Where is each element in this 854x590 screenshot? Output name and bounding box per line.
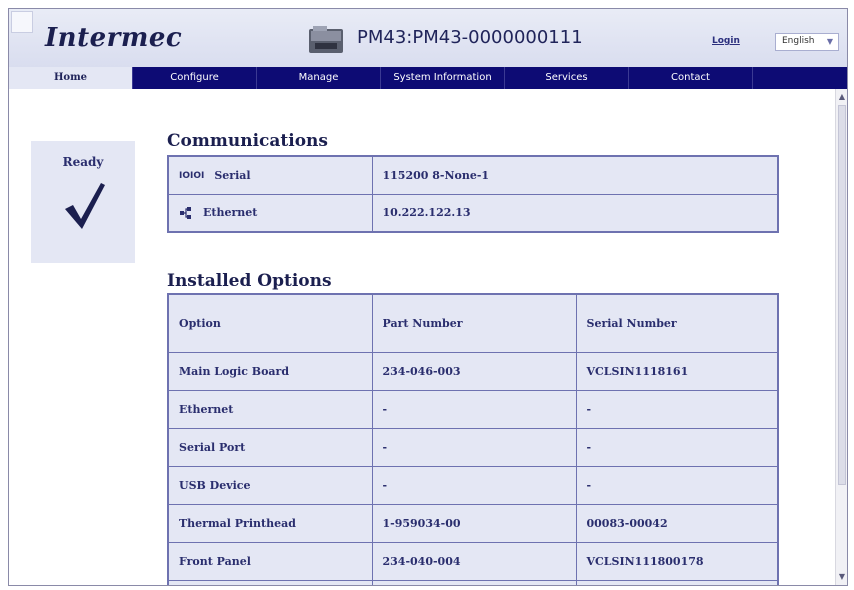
status-label: Ready — [62, 155, 104, 169]
language-select[interactable]: English ▼ — [775, 33, 839, 51]
part-number-partial — [371, 579, 577, 585]
serial-number: - — [575, 427, 779, 467]
scroll-up-arrow-icon[interactable]: ▲ — [836, 91, 847, 103]
option-name: Serial Port — [167, 427, 373, 467]
option-name: Main Logic Board — [167, 351, 373, 391]
tab-system-information[interactable]: System Information — [381, 67, 505, 89]
intermec-logo: Intermec — [45, 23, 183, 53]
language-select-value: English — [782, 36, 815, 46]
comm-name-cell: Ethernet — [167, 193, 373, 233]
vertical-scrollbar[interactable]: ▲ ▼ — [835, 89, 847, 585]
serial-number-partial — [575, 579, 779, 585]
option-name: Front Panel — [167, 541, 373, 581]
table-row: Thermal Printhead 1-959034-00 00083-0004… — [167, 503, 779, 543]
login-link[interactable]: Login — [712, 36, 740, 46]
table-row: Main Logic Board 234-046-003 VCLSIN11181… — [167, 351, 779, 391]
part-number: - — [371, 465, 577, 505]
comm-value: 115200 8-None-1 — [371, 155, 779, 195]
table-row: Serial Port - - — [167, 427, 779, 467]
main-content: Ready Communications IOIOI Serial 115200 … — [9, 89, 835, 585]
column-header: Serial Number — [575, 293, 779, 353]
tab-contact[interactable]: Contact — [629, 67, 753, 89]
option-name: Ethernet — [167, 389, 373, 429]
printer-icon — [309, 26, 343, 53]
table-row — [167, 579, 779, 585]
table-row: Ethernet 10.222.122.13 — [167, 193, 779, 233]
scrollbar-thumb[interactable] — [838, 105, 846, 485]
checkmark-icon — [65, 183, 105, 229]
table-row: Ethernet - - — [167, 389, 779, 429]
printer-status-panel: Ready — [31, 141, 135, 263]
tab-manage[interactable]: Manage — [257, 67, 381, 89]
comm-name-cell: IOIOI Serial — [167, 155, 373, 195]
communications-table: IOIOI Serial 115200 8-None-1 Ethernet 10.… — [167, 155, 779, 233]
serial-number: 00083-00042 — [575, 503, 779, 543]
part-number: - — [371, 389, 577, 429]
serial-number: - — [575, 465, 779, 505]
column-header: Part Number — [371, 293, 577, 353]
serial-number: VCLSIN1118161 — [575, 351, 779, 391]
comm-name: Serial — [214, 168, 251, 182]
serial-number: - — [575, 389, 779, 429]
installed-options-table: Option Part Number Serial Number Main Lo… — [167, 293, 779, 585]
part-number: 234-040-004 — [371, 541, 577, 581]
table-header-row: Option Part Number Serial Number — [167, 293, 779, 353]
serial-number: VCLSIN111800178 — [575, 541, 779, 581]
communications-title: Communications — [167, 131, 328, 151]
part-number: 1-959034-00 — [371, 503, 577, 543]
option-name: Thermal Printhead — [167, 503, 373, 543]
window-corner-box — [11, 11, 33, 33]
comm-name: Ethernet — [203, 205, 258, 219]
table-row: IOIOI Serial 115200 8-None-1 — [167, 155, 779, 195]
page-header: Intermec PM43:PM43-0000000111 Login Engl… — [9, 9, 847, 67]
ethernet-icon — [180, 206, 191, 219]
part-number: 234-046-003 — [371, 351, 577, 391]
installed-options-title: Installed Options — [167, 271, 332, 291]
tab-configure[interactable]: Configure — [133, 67, 257, 89]
column-header: Option — [167, 293, 373, 353]
browser-frame: Intermec PM43:PM43-0000000111 Login Engl… — [8, 8, 848, 586]
scroll-down-arrow-icon[interactable]: ▼ — [836, 571, 847, 583]
comm-value: 10.222.122.13 — [371, 193, 779, 233]
option-name-partial — [167, 579, 373, 585]
tab-services[interactable]: Services — [505, 67, 629, 89]
tab-home[interactable]: Home — [9, 67, 133, 89]
part-number: - — [371, 427, 577, 467]
table-row: USB Device - - — [167, 465, 779, 505]
table-row: Front Panel 234-040-004 VCLSIN111800178 — [167, 541, 779, 581]
serial-port-icon: IOIOI — [179, 170, 205, 181]
option-name: USB Device — [167, 465, 373, 505]
device-title: PM43:PM43-0000000111 — [357, 27, 583, 48]
main-nav: Home Configure Manage System Information… — [9, 67, 847, 89]
chevron-down-icon: ▼ — [826, 37, 834, 46]
